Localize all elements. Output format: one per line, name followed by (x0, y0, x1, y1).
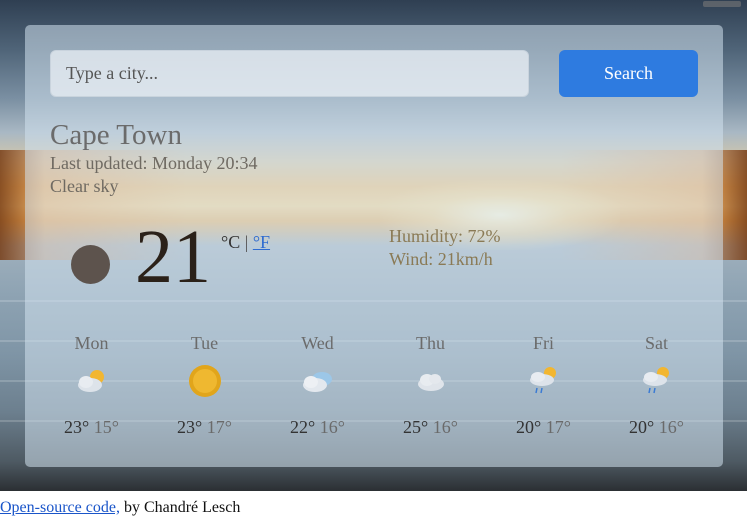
sun-rain-icon (487, 361, 600, 401)
forecast-max: 23° (64, 417, 90, 437)
cloud-icon (374, 361, 487, 401)
forecast-day: Wed 22° 16° (261, 333, 374, 438)
partly-cloudy-icon (35, 361, 148, 401)
weather-card: Search Cape Town Last updated: Monday 20… (25, 25, 723, 467)
unit-switch: °C | °F (221, 232, 270, 253)
sun-icon (148, 361, 261, 401)
city-search-input[interactable] (50, 50, 529, 97)
humidity: Humidity: 72% (389, 226, 501, 246)
forecast-min: 16° (432, 417, 458, 437)
forecast-max: 25° (403, 417, 429, 437)
unit-separator: | (244, 232, 249, 252)
wind-speed: Wind: 21km/h (389, 249, 493, 269)
source-code-link[interactable]: Open-source code, (0, 499, 120, 516)
footer-byline: by Chandré Lesch (119, 499, 241, 516)
forecast-max: 20° (629, 417, 655, 437)
forecast-day-name: Fri (532, 333, 554, 353)
search-button[interactable]: Search (559, 50, 698, 97)
current-temperature: 21 (135, 215, 211, 299)
forecast-max: 22° (290, 417, 316, 437)
unit-celsius: °C (221, 232, 241, 252)
forecast-day: Fri 20° 17° (487, 333, 600, 438)
forecast-min: 17° (206, 417, 232, 437)
forecast-max: 23° (177, 417, 203, 437)
forecast-max: 20° (516, 417, 542, 437)
sun-rain-icon (600, 361, 713, 401)
forecast-min: 15° (93, 417, 119, 437)
city-name: Cape Town (50, 119, 182, 151)
forecast-min: 16° (658, 417, 684, 437)
forecast-day: Mon 23° 15° (35, 333, 148, 438)
unit-fahrenheit-link[interactable]: °F (253, 232, 270, 252)
last-updated: Last updated: Monday 20:34 (50, 153, 258, 173)
weather-description: Clear sky (50, 176, 119, 196)
forecast-day-name: Mon (74, 333, 109, 353)
forecast-day-name: Wed (301, 333, 334, 353)
forecast-min: 16° (319, 417, 345, 437)
forecast-day-name: Sat (644, 333, 668, 353)
forecast-day: Sat 20° 16° (600, 333, 713, 438)
cloudy-icon (261, 361, 374, 401)
forecast-day-name: Thu (416, 333, 445, 353)
footer: Open-source code, by Chandré Lesch (0, 499, 240, 517)
forecast-day: Thu 25° 16° (374, 333, 487, 438)
forecast-day-name: Tue (190, 333, 219, 353)
corner-tag (703, 1, 741, 7)
forecast-day: Tue 23° 17° (148, 333, 261, 438)
forecast-min: 17° (545, 417, 571, 437)
night-clear-icon (71, 245, 110, 284)
